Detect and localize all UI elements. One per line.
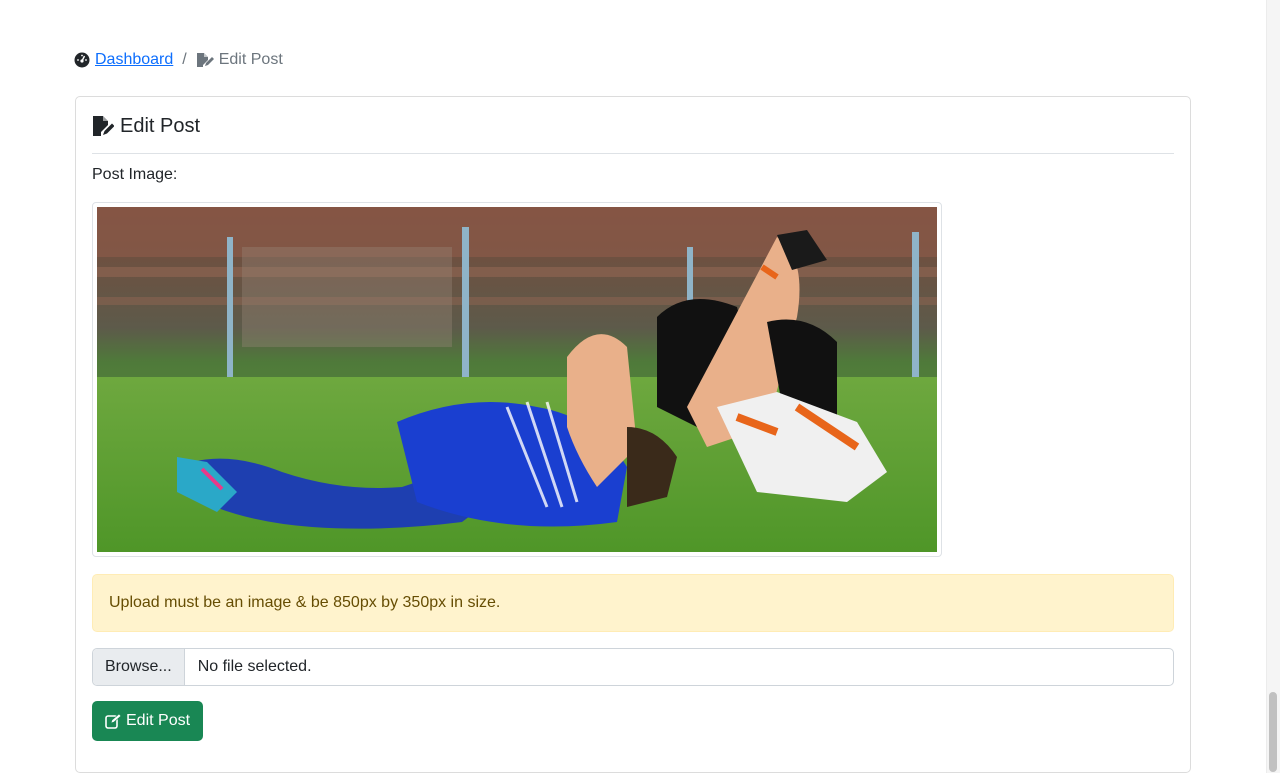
- post-image-file-input[interactable]: Browse... No file selected.: [92, 648, 1174, 686]
- breadcrumb-dashboard-link[interactable]: Dashboard: [95, 50, 173, 70]
- card-title: Edit Post: [92, 113, 200, 139]
- post-image: [92, 202, 942, 557]
- alert-text: Upload must be an image & be 850px by 35…: [109, 594, 501, 611]
- vertical-scrollbar[interactable]: [1266, 0, 1280, 773]
- scrollbar-thumb[interactable]: [1269, 692, 1277, 772]
- edit-post-button[interactable]: Edit Post: [92, 701, 204, 741]
- edit-post-card: Edit Post Post Image: Upload must be an …: [75, 96, 1191, 773]
- breadcrumb-separator: /: [182, 51, 187, 68]
- file-edit-icon: [93, 116, 114, 136]
- upload-warning-alert: Upload must be an image & be 850px by 35…: [92, 574, 1174, 632]
- pen-square-icon: [105, 713, 121, 729]
- post-image-photo: [97, 207, 937, 552]
- browse-button[interactable]: Browse...: [93, 649, 185, 685]
- post-image-label: Post Image:: [92, 166, 178, 183]
- tachometer-icon: [74, 52, 90, 68]
- breadcrumb: Dashboard / Edit Post: [74, 50, 283, 70]
- edit-post-button-label: Edit Post: [126, 712, 191, 729]
- title-divider: [92, 153, 1174, 154]
- card-title-text: Edit Post: [120, 115, 201, 137]
- file-edit-icon: [196, 53, 214, 67]
- breadcrumb-current: Edit Post: [218, 51, 283, 68]
- file-status-text: No file selected.: [197, 658, 312, 675]
